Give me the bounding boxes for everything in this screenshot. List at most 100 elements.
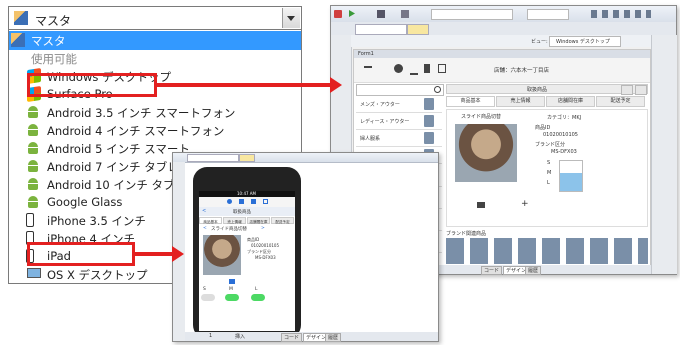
config-combo[interactable] [527, 9, 569, 20]
iphone-status-line: 1 [209, 333, 213, 339]
tab-0[interactable]: 商品基本 [199, 217, 222, 224]
android-icon [27, 106, 39, 118]
bottom-tab-2[interactable]: 履歴 [325, 333, 342, 342]
stop-icon[interactable] [401, 10, 409, 18]
tab-3[interactable]: 配送予定 [596, 96, 645, 107]
highlight-iphone-item [27, 242, 135, 266]
tab-0[interactable]: 商品基本 [446, 96, 495, 107]
save-icon[interactable] [377, 10, 385, 18]
iphone-toggle-m[interactable] [225, 294, 239, 301]
category-item[interactable]: 婦人服系 [356, 130, 442, 147]
tab-unit[interactable] [407, 24, 429, 35]
monitor-icon [27, 268, 41, 278]
tab-3[interactable]: 配送予定 [271, 217, 294, 224]
video-icon[interactable] [477, 202, 485, 208]
product-nav-bar: 取扱商品 [446, 84, 648, 95]
dropdown-item-label: マスタ [31, 34, 66, 48]
bookmark-icon[interactable] [424, 64, 430, 73]
dropdown-item-label: Google Glass [47, 195, 123, 209]
dropdown-item-label: 使用可能 [31, 52, 77, 66]
tab-1[interactable]: 売上情報 [223, 217, 246, 224]
bottom-tab-0[interactable]: コード [481, 266, 503, 275]
android-icon [27, 196, 39, 208]
iphone-tab-welcome[interactable] [187, 154, 239, 162]
view-combo[interactable]: Windows デスクトップ [549, 36, 621, 47]
iphone-toggle-s[interactable] [201, 294, 215, 301]
list-icon[interactable] [438, 64, 446, 73]
arrow-iphone-head [172, 246, 184, 262]
prev-button[interactable] [621, 85, 633, 95]
tab-2[interactable]: 店舗間在庫 [546, 96, 595, 107]
dropdown-item-label: OS X デスクトップ [47, 268, 148, 282]
iphone-back-icon[interactable]: < [202, 208, 206, 214]
iphone-status-mode: 挿入 [235, 334, 246, 340]
category-label: メンズ・アウター [360, 102, 400, 108]
toolbar-icons[interactable] [591, 10, 651, 18]
category-item[interactable]: メンズ・アウター [356, 96, 442, 113]
iphone-folder-icon[interactable] [239, 199, 244, 204]
product-detail: スライド商品切替 カテゴリ：MKJ 商品ID 01020010105 ブランド区… [446, 109, 648, 227]
tab-welcome[interactable] [355, 24, 407, 35]
product-nav-title: 取扱商品 [527, 87, 548, 93]
iphone-nav-title: 取扱商品 [233, 210, 251, 215]
iphone-slider-label: スライド商品切替 [211, 227, 247, 232]
iphone-prev-icon[interactable]: < [203, 226, 207, 231]
document-tabs [331, 22, 676, 36]
platform-combo[interactable] [431, 9, 513, 20]
iphone-info-icon[interactable] [227, 199, 232, 204]
next-button[interactable] [635, 85, 647, 95]
pencil-icon [14, 11, 28, 25]
slider-label: スライド商品切替 [461, 114, 502, 120]
product-id-label: 商品ID [535, 125, 551, 131]
dropdown-header[interactable]: マスタ [8, 6, 302, 30]
app-icon [334, 10, 342, 18]
view-label: ビュー: [531, 39, 548, 45]
garment-icon [424, 98, 434, 110]
dropdown-item[interactable]: マスタ [9, 31, 301, 50]
garment-icon [424, 132, 434, 144]
tab-1[interactable]: 売上情報 [496, 96, 545, 107]
dropdown-item[interactable]: Android 3.5 インチ スマートフォン [9, 103, 301, 122]
android-icon [27, 124, 39, 136]
download-icon[interactable] [410, 64, 418, 75]
iphone-tab-unit[interactable] [239, 154, 255, 162]
product-panel: 取扱商品 商品基本 売上情報 店舗間在庫 配送予定 スライド商品切替 カテゴリ：MKJ… [446, 84, 648, 264]
back-arrow-icon[interactable] [364, 66, 372, 68]
iphone-designer-screenshot: 10:47 AM < 取扱商品 商品基本 売上情報 店舗間在庫 配送予定 < スライド… [172, 152, 439, 342]
arrow-windows-head [330, 77, 342, 93]
iphone-size-m: M [229, 287, 233, 292]
iphone-next-icon[interactable]: > [261, 226, 265, 231]
product-photo [455, 124, 517, 182]
iphone-nav-bar: < 取扱商品 [199, 207, 295, 216]
garment-icon [424, 115, 434, 127]
store-label: 店舗：六本木一丁目店 [494, 68, 550, 74]
chevron-down-icon[interactable] [282, 8, 300, 28]
product-tabs: 商品基本 売上情報 店舗間在庫 配送予定 [446, 96, 648, 107]
related-products-strip[interactable] [446, 238, 648, 264]
iphone-toggle-l[interactable] [251, 294, 265, 301]
tab-2[interactable]: 店舗間在庫 [247, 217, 270, 224]
category-item[interactable]: レディース・アウター [356, 113, 442, 130]
add-icon[interactable]: + [521, 199, 529, 209]
bottom-tab-2[interactable]: 履歴 [525, 266, 542, 275]
brand-value: MS-DFX03 [551, 149, 577, 155]
category-label: 婦人服系 [360, 136, 381, 142]
iphone-camera-icon[interactable] [229, 279, 235, 284]
iphone-edit-icon[interactable] [263, 199, 268, 204]
phone-icon [26, 213, 34, 227]
search-box[interactable] [356, 84, 444, 96]
size-s: S [547, 160, 551, 166]
iphone-product-photo [203, 235, 241, 275]
android-icon [27, 142, 39, 154]
info-icon[interactable] [394, 64, 403, 73]
android-icon [27, 160, 39, 172]
stock-gauge [559, 160, 583, 192]
search-icon[interactable] [434, 86, 441, 93]
iphone-device: 10:47 AM < 取扱商品 商品基本 売上情報 店舗間在庫 配送予定 < スライド… [193, 167, 301, 339]
dropdown-item[interactable]: Android 4 インチ スマートフォン [9, 121, 301, 140]
iphone-copy-icon[interactable] [251, 199, 256, 204]
dropdown-selected-value: マスタ [35, 14, 72, 28]
bottom-tab-0[interactable]: コード [281, 333, 303, 342]
arrow-windows-line [157, 83, 333, 87]
run-icon[interactable] [349, 10, 355, 17]
